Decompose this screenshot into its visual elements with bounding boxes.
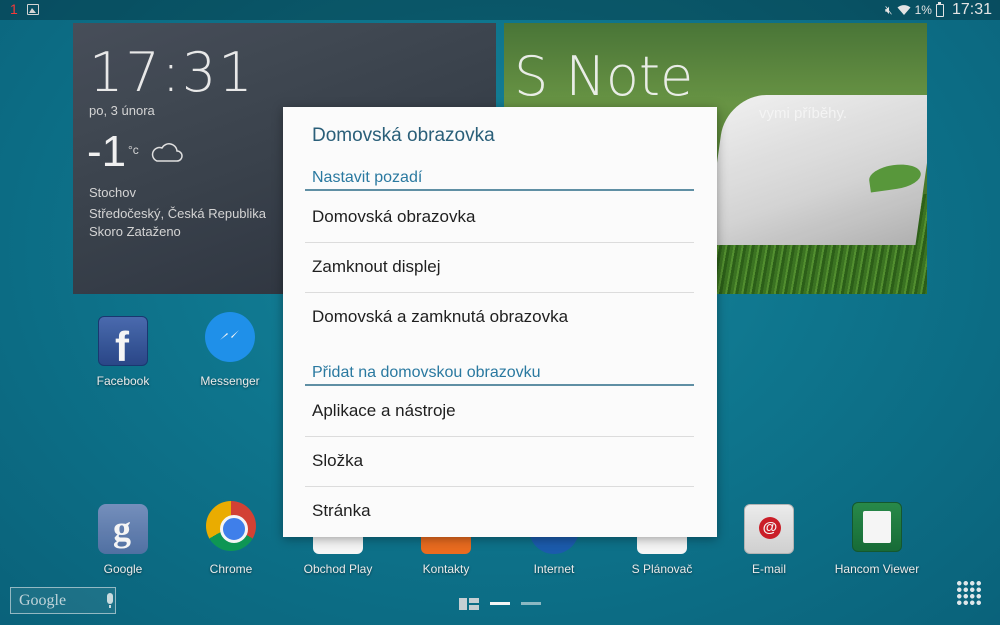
section-header-label: Nastavit pozadí: [312, 169, 423, 186]
section-header-label: Přidat na domovskou obrazovku: [312, 364, 541, 381]
option-page[interactable]: Stránka: [305, 487, 694, 537]
option-folder[interactable]: Složka: [305, 437, 694, 487]
section-header-wallpaper: Nastavit pozadí: [305, 167, 694, 191]
option-label: Domovská obrazovka: [312, 207, 476, 226]
section-header-add-to-home: Přidat na domovskou obrazovku: [305, 362, 694, 386]
option-lock-screen[interactable]: Zamknout displej: [305, 243, 694, 293]
option-home-screen[interactable]: Domovská obrazovka: [305, 193, 694, 243]
option-label: Složka: [312, 451, 364, 470]
home-screen-dialog: Domovská obrazovka Nastavit pozadí Domov…: [283, 107, 717, 537]
dialog-title: Domovská obrazovka: [312, 125, 495, 146]
option-home-and-lock-screen[interactable]: Domovská a zamknutá obrazovka: [305, 293, 694, 343]
option-label: Stránka: [312, 501, 371, 520]
option-label: Domovská a zamknutá obrazovka: [312, 307, 569, 326]
option-label: Zamknout displej: [312, 257, 441, 276]
option-label: Aplikace a nástroje: [312, 401, 456, 420]
option-apps-and-widgets[interactable]: Aplikace a nástroje: [305, 387, 694, 437]
